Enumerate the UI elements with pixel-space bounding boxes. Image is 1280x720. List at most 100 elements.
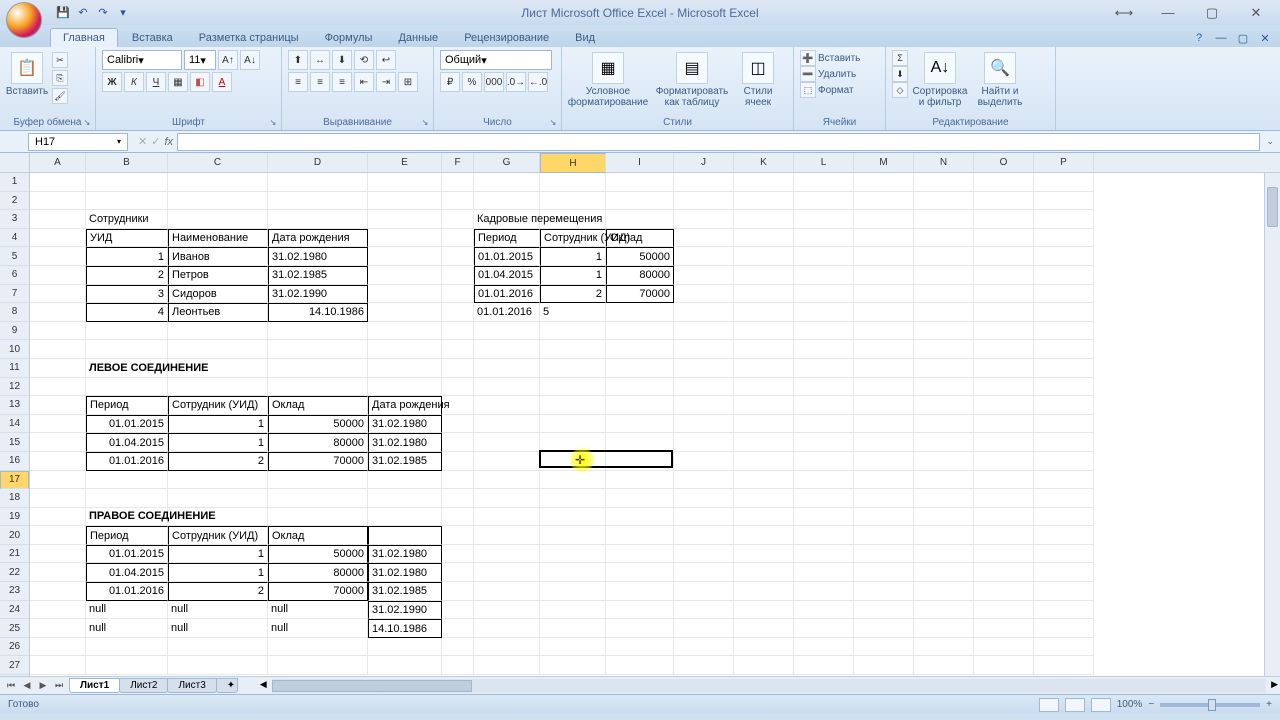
cell[interactable] [1034,229,1094,248]
cell[interactable]: Наименование [168,229,268,248]
cell[interactable] [974,266,1034,285]
cell[interactable] [30,582,86,601]
cell[interactable] [30,396,86,415]
cell[interactable] [914,266,974,285]
cell[interactable] [1034,601,1094,620]
align-left-icon[interactable]: ≡ [288,72,308,92]
cell[interactable] [854,378,914,397]
cell[interactable] [474,526,540,545]
cell[interactable] [1034,638,1094,657]
column-header[interactable]: C [168,153,268,172]
cell[interactable] [540,545,606,564]
cell[interactable] [734,322,794,341]
cell[interactable]: 80000 [268,433,368,452]
cell[interactable]: 1 [168,433,268,452]
cell[interactable]: 01.01.2016 [474,285,540,304]
cell[interactable] [734,378,794,397]
zoom-in-icon[interactable]: + [1266,699,1272,710]
cell[interactable] [854,526,914,545]
cell[interactable] [442,526,474,545]
cell[interactable] [1034,471,1094,490]
cell[interactable] [1034,210,1094,229]
cell[interactable] [30,247,86,266]
scroll-thumb[interactable] [1267,187,1278,227]
cell[interactable]: 2 [86,266,168,285]
cell[interactable] [674,601,734,620]
cell[interactable] [30,656,86,675]
cell[interactable] [914,229,974,248]
cell[interactable]: 5 [540,303,606,322]
cell[interactable]: ПРАВОЕ СОЕДИНЕНИЕ [86,508,168,527]
cell[interactable] [974,173,1034,192]
decrease-font-icon[interactable]: A↓ [240,50,260,70]
dialog-launcher-icon[interactable]: ↘ [547,116,559,128]
cell[interactable] [540,378,606,397]
enter-formula-icon[interactable]: ✓ [151,135,160,148]
cell[interactable] [606,582,674,601]
sheet-tab-1[interactable]: Лист1 [69,678,120,693]
cell[interactable] [734,266,794,285]
cell[interactable]: Период [86,526,168,545]
cell[interactable] [30,229,86,248]
cell[interactable]: Период [86,396,168,415]
cell[interactable] [794,508,854,527]
cell[interactable]: null [168,601,268,620]
cell[interactable] [268,471,368,490]
cell[interactable] [1034,656,1094,675]
cell[interactable] [540,489,606,508]
cell[interactable] [974,396,1034,415]
cell[interactable] [1034,563,1094,582]
cell[interactable] [794,545,854,564]
cell[interactable] [442,285,474,304]
cell[interactable]: 01.01.2016 [474,303,540,322]
cell[interactable] [368,656,442,675]
cell[interactable] [1034,303,1094,322]
cell[interactable] [734,192,794,211]
cell[interactable] [794,359,854,378]
cell[interactable] [974,508,1034,527]
cell[interactable] [674,359,734,378]
cell[interactable] [794,396,854,415]
cell[interactable] [368,285,442,304]
help-icon[interactable]: ? [1190,29,1208,47]
vertical-scrollbar[interactable] [1264,173,1280,676]
cell[interactable]: 31.02.1985 [368,452,442,471]
cell[interactable]: 1 [168,545,268,564]
cell[interactable] [368,192,442,211]
cell[interactable] [540,415,606,434]
cell[interactable] [540,173,606,192]
cell[interactable] [674,452,734,471]
cell[interactable] [734,508,794,527]
cell[interactable] [734,563,794,582]
cell[interactable] [794,489,854,508]
cell[interactable] [914,433,974,452]
cell[interactable]: Период [474,229,540,248]
cell[interactable] [268,656,368,675]
cell[interactable]: Дата рождения [268,229,368,248]
cell[interactable] [854,452,914,471]
cell[interactable] [914,656,974,675]
cell[interactable] [606,601,674,620]
cell[interactable] [86,173,168,192]
cell[interactable]: 01.01.2016 [86,452,168,471]
cell[interactable] [268,638,368,657]
cell[interactable]: Петров [168,266,268,285]
cell[interactable] [606,452,674,471]
cell[interactable] [674,638,734,657]
cell[interactable] [914,619,974,638]
font-name-select[interactable]: Calibri ▾ [102,50,182,70]
cell[interactable] [168,210,268,229]
dialog-launcher-icon[interactable]: ↘ [81,116,93,128]
cell[interactable] [474,656,540,675]
column-header[interactable]: B [86,153,168,172]
cell[interactable] [368,638,442,657]
cell[interactable] [674,247,734,266]
cell[interactable] [442,489,474,508]
cell[interactable] [1034,285,1094,304]
cell[interactable] [368,471,442,490]
cell[interactable]: 50000 [268,415,368,434]
row-header[interactable]: 19 [0,508,29,527]
cell[interactable] [794,378,854,397]
cell[interactable] [1034,266,1094,285]
cell[interactable] [734,210,794,229]
